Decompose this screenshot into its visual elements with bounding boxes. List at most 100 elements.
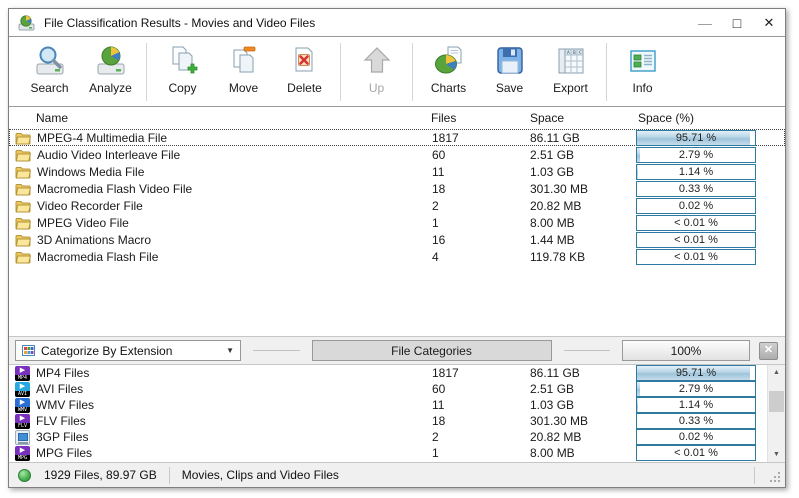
row-percent-cell: < 0.01 % [636, 214, 758, 231]
row-name: WMV Files [36, 398, 94, 412]
file-type-row[interactable]: ▶ FLV FLV Files 18 301.30 MB 0.33 % [9, 413, 767, 429]
space-percent-label: < 0.01 % [674, 216, 718, 229]
column-header-name[interactable]: Name [9, 111, 431, 125]
move-button[interactable]: Move [215, 39, 272, 105]
toolbar-separator [606, 42, 607, 101]
copy-button[interactable]: Copy [154, 39, 211, 105]
space-percent-bar: 0.02 % [636, 197, 756, 214]
row-percent-cell: < 0.01 % [636, 445, 758, 461]
file-type-row[interactable]: ▶ MP4 MP4 Files 1817 86.11 GB 95.71 % [9, 365, 767, 381]
toolbar-separator [340, 42, 341, 101]
row-name-cell: 3D Animations Macro [9, 233, 431, 247]
row-icon [15, 131, 31, 145]
zoom-level-button[interactable]: 100% [622, 340, 750, 361]
folder-icon [15, 132, 31, 144]
row-files-count: 60 [432, 382, 446, 396]
row-files-count: 16 [432, 232, 446, 247]
scrollbar-track[interactable] [768, 380, 785, 447]
save-floppy-icon [493, 43, 527, 79]
copy-files-icon [166, 43, 200, 79]
mp4-file-icon: ▶ MP4 [15, 365, 30, 381]
status-bar: 1929 Files, 89.97 GB Movies, Clips and V… [9, 462, 785, 487]
scroll-up-icon[interactable]: ▲ [768, 365, 785, 380]
close-button[interactable]: ✕ [753, 10, 785, 36]
classification-row[interactable]: Video Recorder File 2 20.82 MB 0.02 % [9, 197, 785, 214]
status-separator [754, 466, 755, 484]
maximize-button[interactable]: □ [721, 10, 753, 36]
folder-icon [15, 200, 31, 212]
info-button[interactable]: Info [614, 39, 671, 105]
row-space: 1.03 GB [530, 164, 575, 179]
status-separator [168, 466, 170, 484]
file-type-row[interactable]: ▶ MPG MPG Files 1 8.00 MB < 0.01 % [9, 445, 767, 461]
space-percent-label: < 0.01 % [674, 250, 718, 263]
file-type-row[interactable]: ▶ AVI AVI Files 60 2.51 GB 2.79 % [9, 381, 767, 397]
toolbar-button-label: Search [30, 80, 69, 95]
file-type-row[interactable]: ▶ WMV WMV Files 11 1.03 GB 1.14 % [9, 397, 767, 413]
row-name: 3GP Files [36, 430, 89, 444]
row-icon [15, 182, 31, 196]
classification-row[interactable]: Macromedia Flash Video File 18 301.30 MB 0.… [9, 180, 785, 197]
scrollbar-thumb[interactable] [769, 391, 784, 412]
vertical-scrollbar[interactable]: ▲ ▼ [767, 365, 785, 462]
classification-row[interactable]: MPEG Video File 1 8.00 MB < 0.01 % [9, 214, 785, 231]
svg-text:B: B [573, 50, 576, 56]
row-space: 20.82 MB [530, 430, 582, 444]
svg-text:C: C [579, 50, 582, 56]
delete-button[interactable]: Delete [276, 39, 333, 105]
info-panel-icon [626, 43, 660, 79]
row-files-count: 18 [432, 181, 446, 196]
classification-row[interactable]: MPEG-4 Multimedia File 1817 86.11 GB 95.71 … [9, 129, 785, 146]
resize-grip-icon[interactable] [767, 469, 783, 485]
search-button[interactable]: Search [21, 39, 78, 105]
window-title: File Classification Results - Movies and… [44, 15, 316, 30]
charts-button[interactable]: Charts [420, 39, 477, 105]
toolbar-button-label: Charts [430, 80, 467, 95]
row-files-count: 1817 [432, 366, 459, 380]
folder-icon [15, 149, 31, 161]
space-percent-label: 2.79 % [678, 383, 714, 395]
scroll-down-icon[interactable]: ▼ [768, 447, 785, 462]
row-space: 1.03 GB [530, 398, 575, 412]
file-types-panel: ▶ MP4 MP4 Files 1817 86.11 GB 95.71 % ▶ AVI AVI … [9, 365, 785, 462]
row-icon: ▶ AVI [15, 381, 30, 397]
space-percent-label: 95.71 % [675, 367, 717, 379]
file-type-row[interactable]: 3GP Files 2 20.82 MB 0.02 % [9, 429, 767, 445]
classification-row[interactable]: 3D Animations Macro 16 1.44 MB < 0.01 % [9, 231, 785, 248]
minimize-button[interactable]: — [689, 10, 721, 36]
space-percent-label: 0.33 % [678, 415, 714, 427]
space-percent-bar: < 0.01 % [636, 445, 756, 461]
analyze-button[interactable]: Analyze [82, 39, 139, 105]
row-icon: ▶ MPG [15, 445, 30, 461]
classification-row[interactable]: Windows Media File 11 1.03 GB 1.14 % [9, 163, 785, 180]
file-categories-button[interactable]: File Categories [311, 340, 552, 361]
chevron-down-icon: ▼ [226, 346, 234, 355]
toolbar-button-label: Delete [287, 80, 322, 95]
divider-line [563, 350, 610, 351]
row-name: AVI Files [36, 382, 84, 396]
row-name: Macromedia Flash File [37, 249, 159, 264]
column-header-space[interactable]: Space [530, 111, 636, 125]
row-icon [15, 429, 30, 445]
close-panel-button[interactable]: ✕ [759, 341, 778, 360]
folder-icon [15, 217, 31, 229]
column-header-space-percent[interactable]: Space (%) [636, 111, 758, 125]
export-button[interactable]: A B C Export [542, 39, 599, 105]
space-percent-bar: 95.71 % [636, 365, 756, 381]
categorize-mode-label: Categorize By Extension [41, 343, 173, 358]
classification-row[interactable]: Macromedia Flash File 4 119.78 KB < 0.01 % [9, 248, 785, 265]
column-header-files[interactable]: Files [431, 111, 530, 125]
space-percent-label: 2.79 % [678, 148, 714, 161]
row-percent-cell: < 0.01 % [636, 248, 758, 265]
row-icon [15, 233, 31, 247]
space-percent-bar: < 0.01 % [636, 214, 756, 231]
row-name-cell: Macromedia Flash File [9, 250, 431, 264]
up-button[interactable]: Up [348, 39, 405, 105]
save-button[interactable]: Save [481, 39, 538, 105]
files-summary: 1929 Files, 89.97 GB [44, 468, 157, 482]
app-window: File Classification Results - Movies and… [8, 8, 786, 488]
folder-icon [15, 183, 31, 195]
classification-row[interactable]: Audio Video Interleave File 60 2.51 GB 2.79… [9, 146, 785, 163]
categorize-mode-dropdown[interactable]: Categorize By Extension ▼ [15, 340, 241, 361]
row-percent-cell: 95.71 % [636, 129, 758, 146]
